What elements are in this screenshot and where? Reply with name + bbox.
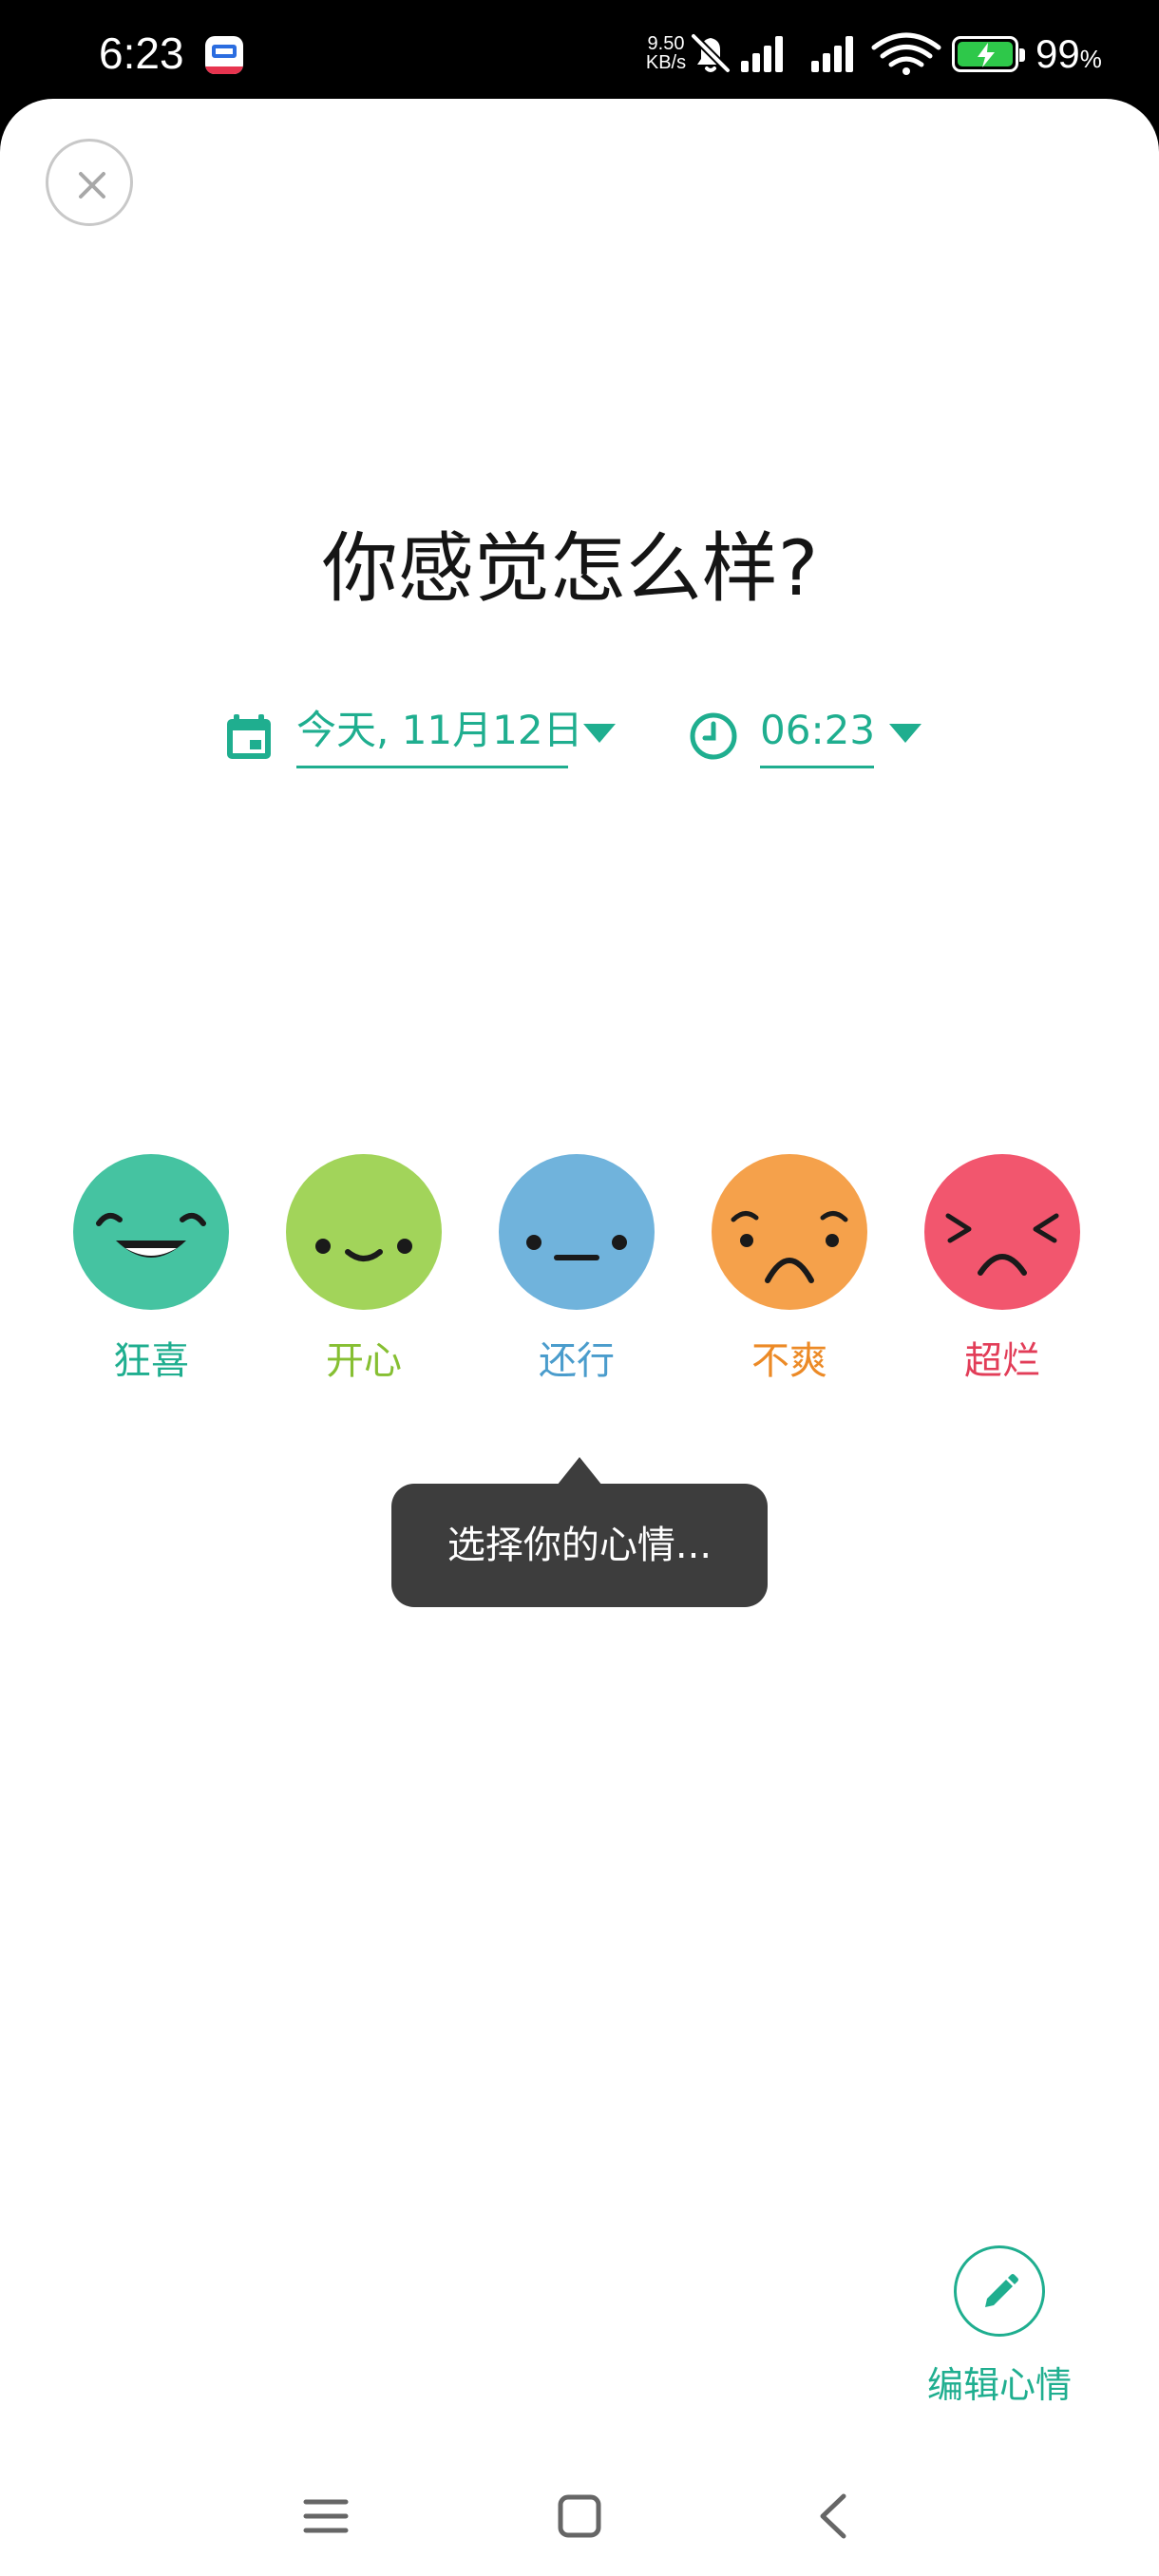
sad-face-icon	[712, 1154, 867, 1310]
status-icons	[690, 32, 941, 75]
date-value[interactable]: 今天, 11月12日	[296, 699, 583, 768]
page-title: 你感觉怎么样?	[321, 524, 819, 613]
status-bar: 6:23 9.50 KB/s 99%	[0, 0, 1159, 104]
edit-moods-button[interactable]	[954, 2245, 1045, 2337]
mood-label: 还行	[539, 1339, 615, 1383]
close-icon	[79, 172, 105, 199]
mood-okay[interactable]: 还行	[498, 1153, 656, 1385]
mood-entry-sheet: 你感觉怎么样? 今天, 11月12日 06:23 狂喜 开心 还行 不爽 超烂 …	[0, 99, 1159, 2576]
close-button[interactable]	[46, 139, 133, 226]
neutral-face-icon	[499, 1154, 655, 1310]
mood-ecstatic[interactable]: 狂喜	[72, 1153, 230, 1385]
edit-moods-label[interactable]: 编辑心情	[902, 2356, 1096, 2408]
time-value[interactable]: 06:23	[760, 699, 875, 768]
time-dropdown-icon[interactable]	[889, 724, 922, 743]
mood-happy[interactable]: 开心	[285, 1153, 443, 1385]
status-time: 6:23	[99, 28, 184, 78]
signal-icon	[811, 36, 853, 72]
calendar-icon	[227, 714, 271, 759]
app-notification-icon	[205, 36, 243, 74]
net-speed: 9.50 KB/s	[638, 34, 694, 72]
mood-label: 不爽	[751, 1339, 827, 1383]
mute-icon	[690, 32, 732, 74]
battery-percent: 99%	[1036, 31, 1102, 76]
tooltip-arrow	[557, 1457, 602, 1486]
date-dropdown-icon[interactable]	[583, 724, 616, 743]
ecstatic-face-icon	[73, 1154, 229, 1310]
mood-label: 狂喜	[113, 1339, 189, 1383]
net-speed-unit: KB/s	[645, 52, 687, 73]
wifi-icon	[871, 32, 941, 75]
mood-label: 超烂	[964, 1339, 1040, 1383]
mood-label: 开心	[326, 1339, 402, 1383]
miserable-face-icon	[924, 1154, 1080, 1310]
back-icon[interactable]	[800, 2483, 866, 2549]
net-speed-value: 9.50	[647, 33, 685, 54]
battery-charging-icon	[952, 36, 1025, 72]
clock-icon	[690, 712, 737, 760]
happy-face-icon	[286, 1154, 442, 1310]
mood-awful[interactable]: 超烂	[923, 1153, 1081, 1385]
select-mood-tooltip: 选择你的心情...	[391, 1484, 768, 1607]
home-icon[interactable]	[546, 2483, 613, 2549]
menu-icon[interactable]	[293, 2483, 359, 2549]
mood-upset[interactable]: 不爽	[711, 1153, 868, 1385]
signal-icon	[741, 36, 783, 72]
pencil-icon	[985, 2274, 1018, 2307]
navigation-bar	[0, 2451, 1159, 2576]
